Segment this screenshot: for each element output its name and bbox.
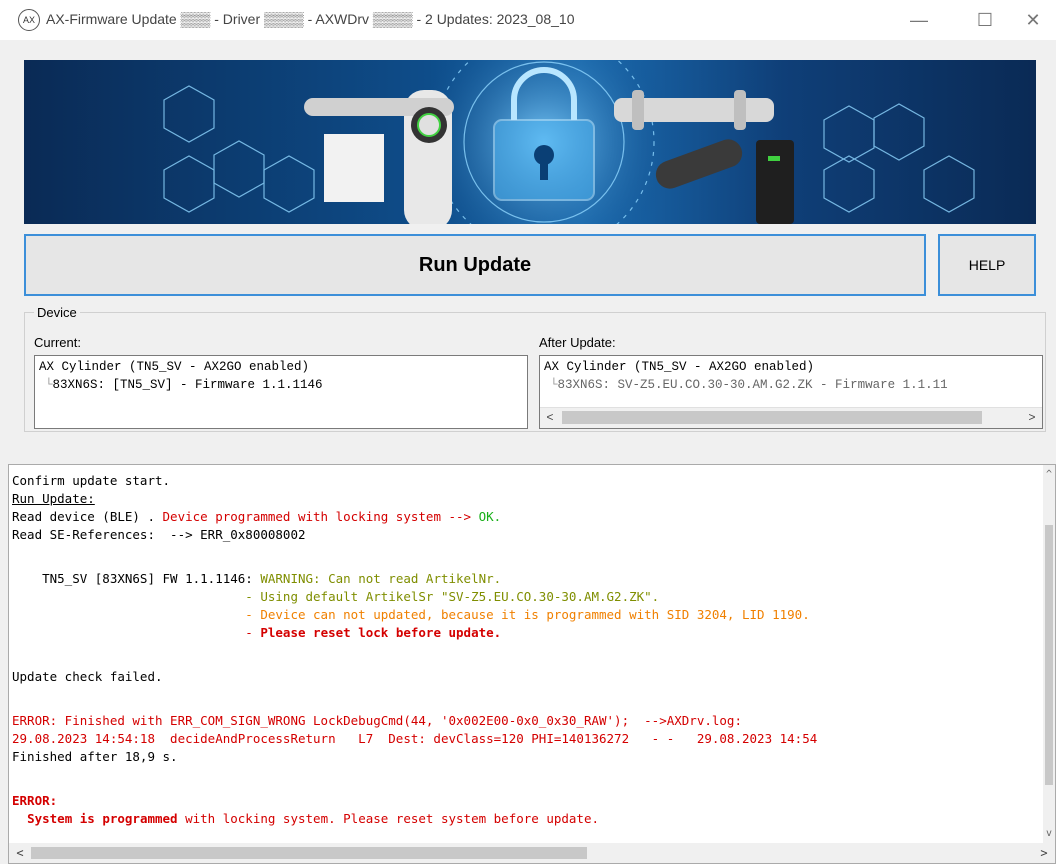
vertical-scrollbar[interactable]: ^ v: [1043, 465, 1055, 843]
horizontal-scrollbar[interactable]: < >: [9, 843, 1055, 863]
tree-root-item[interactable]: AX Cylinder (TN5_SV - AX2GO enabled): [544, 360, 814, 374]
tree-child-label: 83XN6S: SV-Z5.EU.CO.30-30.AM.G2.ZK - Fir…: [557, 378, 948, 392]
log-line: System is programmed with locking system…: [12, 811, 599, 826]
log-segment: TN5_SV [83XN6S] FW 1.1.1146:: [12, 571, 261, 586]
scroll-thumb[interactable]: [1045, 525, 1053, 785]
tree-connector: └: [550, 378, 558, 392]
log-segment: -: [12, 625, 261, 640]
scroll-right-icon[interactable]: >: [1022, 408, 1042, 428]
log-line: TN5_SV [83XN6S] FW 1.1.1146: WARNING: Ca…: [12, 571, 501, 586]
minimize-button[interactable]: —: [896, 0, 942, 40]
log-line: Confirm update start.: [12, 473, 171, 488]
log-output[interactable]: Confirm update start. Run Update: Read d…: [8, 464, 1056, 864]
app-icon: AX: [18, 9, 40, 31]
log-segment: WARNING: Can not read ArtikelNr.: [260, 571, 502, 586]
log-segment: Please reset lock before update.: [260, 625, 502, 640]
log-line: - Using default ArtikelSr "SV-Z5.EU.CO.3…: [12, 589, 660, 604]
after-update-label: After Update:: [539, 335, 616, 350]
scroll-thumb[interactable]: [31, 847, 587, 859]
log-line: Update check failed.: [12, 669, 163, 684]
device-group-title: Device: [34, 305, 80, 320]
log-line: Finished after 18,9 s.: [12, 749, 178, 764]
log-line: ERROR: Finished with ERR_COM_SIGN_WRONG …: [12, 713, 742, 728]
title-bar: AX AX-Firmware Update ▒▒▒ - Driver ▒▒▒▒ …: [0, 0, 1056, 40]
log-segment: System is programmed: [27, 811, 178, 826]
scroll-down-icon[interactable]: v: [1043, 828, 1055, 839]
run-update-button[interactable]: Run Update: [24, 234, 926, 296]
log-line: - Device can not updated, because it is …: [12, 607, 810, 622]
scroll-left-icon[interactable]: <: [540, 408, 560, 428]
log-line: Read SE-References: --> ERR_0x80008002: [12, 527, 306, 542]
maximize-button[interactable]: ☐: [962, 0, 1008, 40]
window-title: AX-Firmware Update ▒▒▒ - Driver ▒▒▒▒ - A…: [46, 11, 575, 27]
tree-child-item[interactable]: └83XN6S: SV-Z5.EU.CO.30-30.AM.G2.ZK - Fi…: [550, 378, 948, 392]
tree-root-item[interactable]: AX Cylinder (TN5_SV - AX2GO enabled): [39, 360, 309, 374]
log-line: - Please reset lock before update.: [12, 625, 501, 640]
scroll-left-icon[interactable]: <: [11, 843, 29, 863]
tree-connector: └: [45, 378, 53, 392]
scroll-right-icon[interactable]: >: [1035, 843, 1053, 863]
tree-child-label: 83XN6S: [TN5_SV] - Firmware 1.1.1146: [52, 378, 323, 392]
scroll-thumb[interactable]: [562, 411, 982, 424]
after-update-device-tree[interactable]: AX Cylinder (TN5_SV - AX2GO enabled) └83…: [539, 355, 1043, 429]
log-segment: Device programmed with locking system --…: [162, 509, 479, 524]
scroll-up-icon[interactable]: ^: [1043, 469, 1055, 480]
log-line: Run Update:: [12, 491, 95, 506]
log-segment: with locking system. Please reset system…: [177, 811, 600, 826]
tree-child-item[interactable]: └83XN6S: [TN5_SV] - Firmware 1.1.1146: [45, 378, 323, 392]
log-segment: [12, 811, 27, 826]
log-segment: Read device (BLE) .: [12, 509, 163, 524]
current-device-tree[interactable]: AX Cylinder (TN5_SV - AX2GO enabled) └83…: [34, 355, 528, 429]
log-line: ERROR:: [12, 793, 58, 808]
help-button[interactable]: HELP: [938, 234, 1036, 296]
log-line: 29.08.2023 14:54:18 decideAndProcessRetu…: [12, 731, 818, 746]
product-banner-image: [24, 60, 1036, 224]
current-label: Current:: [34, 335, 81, 350]
log-segment: OK.: [478, 509, 502, 524]
horizontal-scrollbar[interactable]: < >: [540, 407, 1042, 428]
close-button[interactable]: ✕: [1010, 0, 1056, 40]
log-line: Read device (BLE) . Device programmed wi…: [12, 509, 501, 524]
